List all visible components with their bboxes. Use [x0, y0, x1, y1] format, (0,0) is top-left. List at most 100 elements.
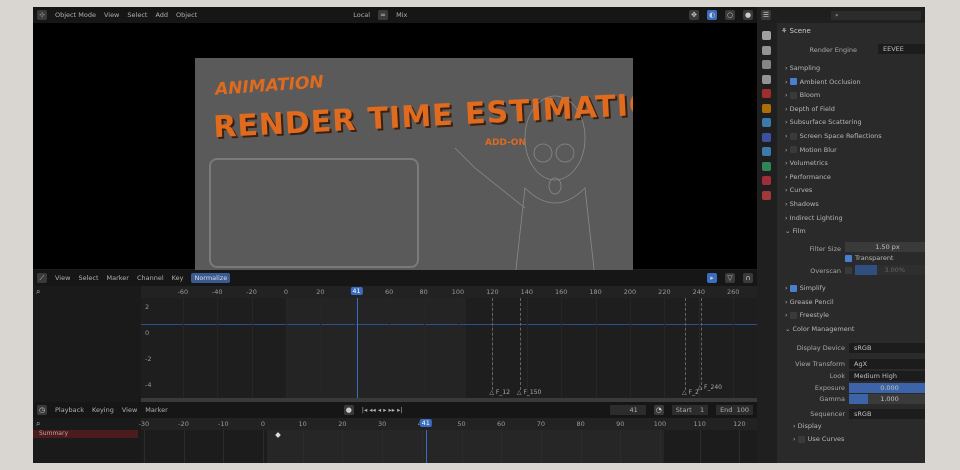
menu-add[interactable]: Add: [155, 11, 168, 19]
summary-channel[interactable]: Summary: [33, 430, 138, 438]
normalize-toggle[interactable]: Normalize: [191, 273, 231, 283]
timeline-icon[interactable]: ◷: [37, 405, 47, 415]
timeline-area[interactable]: [141, 430, 757, 463]
graph-frame-ruler[interactable]: -60-40-200204060801001201401601802002202…: [141, 286, 757, 298]
marker[interactable]: △ F_240: [698, 384, 722, 391]
panel-motion-blur[interactable]: › Motion Blur: [785, 146, 837, 154]
playback-controls-icon[interactable]: |◂ ◂◂ ◂ ▸ ▸▸ ▸|: [362, 406, 403, 414]
modifier-icon[interactable]: [762, 132, 771, 142]
render-icon[interactable]: [762, 45, 771, 55]
start-field[interactable]: 1: [700, 406, 704, 414]
shading-wire-icon[interactable]: ○: [725, 10, 735, 20]
overscan-checkbox[interactable]: [845, 266, 855, 274]
transform-orientation[interactable]: Local: [353, 11, 370, 19]
shading-solid-icon[interactable]: ●: [743, 10, 753, 20]
menu-select[interactable]: Select: [127, 11, 147, 19]
view-transform-field[interactable]: AgX: [849, 359, 925, 369]
graph-menu-key[interactable]: Key: [172, 274, 184, 282]
panel-checkbox[interactable]: [789, 78, 797, 86]
render-engine-dropdown[interactable]: EEVEE: [878, 44, 925, 54]
object-icon[interactable]: [762, 118, 771, 127]
constraints-icon[interactable]: [762, 176, 771, 185]
filter-icon[interactable]: ▽: [725, 273, 735, 283]
display-device-field[interactable]: sRGB: [849, 343, 925, 353]
panel-screen-space-reflections[interactable]: › Screen Space Reflections: [785, 132, 882, 140]
panel-checkbox[interactable]: [789, 146, 797, 154]
graph-menu-view[interactable]: View: [55, 274, 70, 282]
data-icon[interactable]: [762, 190, 771, 200]
timeline-menu-marker[interactable]: Marker: [145, 406, 167, 414]
marker[interactable]: △ F_150: [517, 389, 541, 396]
look-field[interactable]: Medium High Contrast: [849, 371, 925, 390]
shading-mix[interactable]: Mix: [396, 11, 407, 19]
panel-bloom[interactable]: › Bloom: [785, 91, 820, 99]
timeline-frame-ruler[interactable]: -30-20-10010203040506070809010011012041: [139, 418, 757, 430]
graph-menu-marker[interactable]: Marker: [107, 274, 129, 282]
snap-icon[interactable]: ∞: [378, 10, 389, 20]
editor-type-icon[interactable]: ⊹: [37, 10, 47, 20]
search-icon[interactable]: ⌕: [36, 287, 40, 297]
record-icon[interactable]: ●: [343, 405, 354, 415]
panel-display[interactable]: › Display: [793, 422, 822, 430]
panel-sampling[interactable]: › Sampling: [785, 64, 820, 72]
current-frame-field[interactable]: 41: [609, 405, 646, 415]
panel-color-management[interactable]: ⌄ Color Management: [785, 325, 854, 333]
transparent-checkbox[interactable]: [845, 254, 852, 262]
timeline-menu-keying[interactable]: Keying: [92, 406, 114, 414]
marker[interactable]: △ F_2: [682, 389, 699, 396]
marker[interactable]: △ F_12: [489, 389, 510, 396]
gizmo-icon[interactable]: ✥: [689, 10, 699, 20]
stopwatch-icon[interactable]: ◔: [653, 405, 664, 415]
timeline-menu-view[interactable]: View: [122, 406, 137, 414]
search-icon[interactable]: ⌕: [36, 419, 40, 429]
overlay-icon[interactable]: ◐: [707, 10, 717, 20]
panel-ambient-occlusion[interactable]: › Ambient Occlusion: [785, 78, 861, 86]
properties-search[interactable]: ⌕: [831, 10, 921, 20]
panel-simplify[interactable]: › Simplify: [785, 284, 826, 292]
snap-magnet-icon[interactable]: ∩: [743, 273, 753, 283]
panel-film[interactable]: ⌄ Film: [785, 227, 806, 235]
use-curves-checkbox[interactable]: [797, 435, 805, 443]
panel-performance[interactable]: › Performance: [785, 173, 831, 181]
3d-viewport[interactable]: ANIMATION RENDER TIME ESTIMATION ADD-ON: [33, 23, 757, 276]
output-icon[interactable]: [762, 60, 771, 69]
view-layer-icon[interactable]: [762, 74, 771, 84]
current-frame-indicator[interactable]: 41: [350, 287, 363, 295]
exposure-field[interactable]: 0.000: [849, 383, 925, 393]
gamma-field[interactable]: 1.000: [849, 394, 925, 404]
sequencer-field[interactable]: sRGB: [849, 409, 925, 419]
playhead-line[interactable]: [425, 430, 427, 463]
panel-shadows[interactable]: › Shadows: [785, 200, 819, 208]
timeline-menu-playback[interactable]: Playback: [55, 406, 84, 414]
world-icon[interactable]: [762, 103, 771, 113]
panel-grease-pencil[interactable]: › Grease Pencil: [785, 298, 834, 306]
panel-indirect-lighting[interactable]: › Indirect Lighting: [785, 214, 843, 222]
panel-volumetrics[interactable]: › Volumetrics: [785, 159, 828, 167]
panel-checkbox[interactable]: [789, 132, 797, 140]
physics-icon[interactable]: [762, 161, 771, 171]
scene-icon[interactable]: [762, 89, 771, 98]
graph-menu-channel[interactable]: Channel: [137, 274, 164, 282]
panel-depth-of-field[interactable]: › Depth of Field: [785, 105, 835, 113]
panel-subsurface-scattering[interactable]: › Subsurface Scattering: [785, 118, 862, 126]
panel-freestyle[interactable]: › Freestyle: [785, 311, 829, 319]
menu-view[interactable]: View: [104, 11, 119, 19]
tool-icon[interactable]: [762, 31, 771, 40]
editor-type-icon[interactable]: ☰: [761, 10, 771, 20]
filter-size-field[interactable]: 1.50 px: [845, 242, 925, 252]
menu-object[interactable]: Object: [176, 11, 197, 19]
panel-checkbox[interactable]: [789, 91, 797, 99]
current-frame-indicator[interactable]: 41: [419, 419, 432, 427]
graph-area[interactable]: 2 0 -2 -4 △ F_12 △ F_150 △ F_2 △ F_240: [141, 298, 757, 398]
panel-checkbox[interactable]: [789, 311, 797, 319]
end-field[interactable]: 100: [737, 406, 749, 414]
only-selected-icon[interactable]: ▸: [707, 273, 717, 283]
playhead-line[interactable]: [356, 298, 358, 398]
panel-curves[interactable]: › Curves: [785, 186, 812, 194]
graph-editor-icon[interactable]: ⟋: [37, 273, 47, 283]
particles-icon[interactable]: [762, 147, 771, 156]
panel-use-curves[interactable]: › Use Curves: [793, 435, 844, 443]
graph-menu-select[interactable]: Select: [78, 274, 98, 282]
mode-dropdown[interactable]: Object Mode: [55, 11, 96, 19]
panel-checkbox[interactable]: [789, 284, 797, 292]
